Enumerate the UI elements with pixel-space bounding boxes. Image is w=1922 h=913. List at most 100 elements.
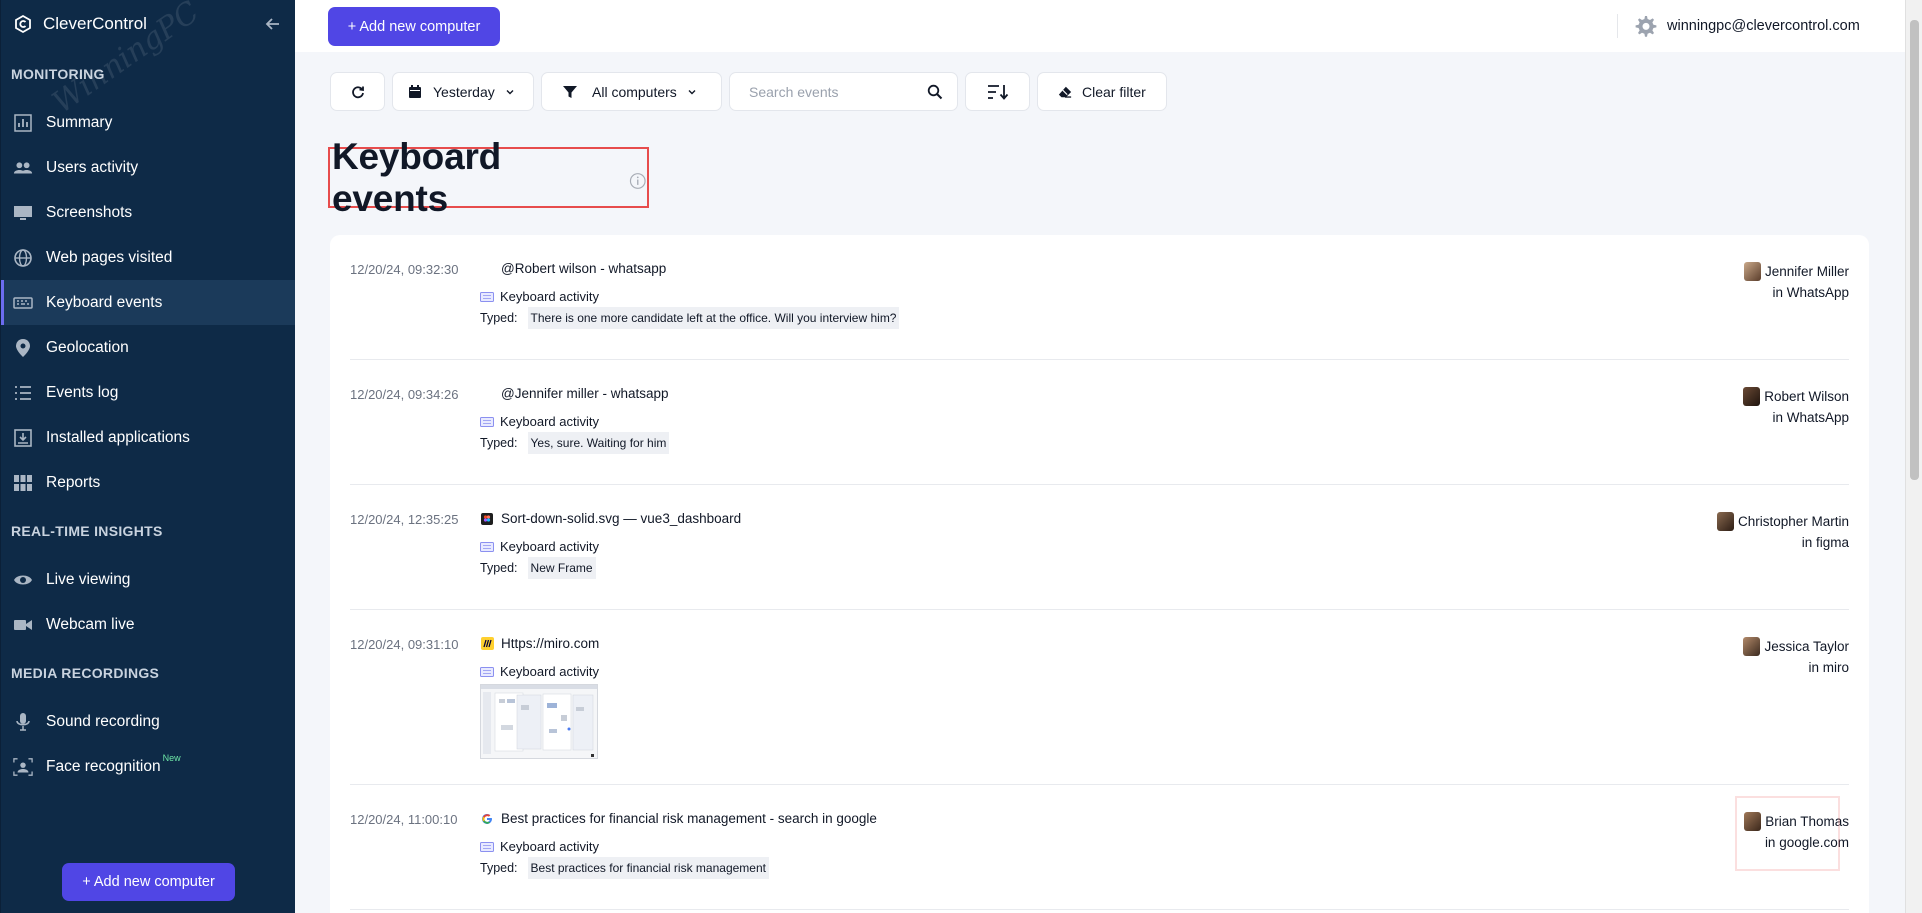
date-filter-value: Yesterday <box>433 83 495 100</box>
top-divider <box>1617 14 1618 38</box>
sidebar-item-web-pages[interactable]: Web pages visited <box>1 235 295 280</box>
date-filter-dropdown[interactable]: Yesterday <box>392 72 534 111</box>
computer-filter-dropdown[interactable]: All computers <box>541 72 722 111</box>
google-icon <box>480 812 494 826</box>
sidebar-item-sound-recording[interactable]: Sound recording <box>1 699 295 744</box>
scrollbar-thumb[interactable] <box>1910 20 1919 480</box>
clear-filter-label: Clear filter <box>1082 83 1146 100</box>
event-app-title: @Jennifer miller - whatsapp <box>480 386 669 401</box>
event-row[interactable]: 12/20/24, 09:32:30 @Robert wilson - what… <box>350 235 1849 360</box>
event-user: Robert Wilson in WhatsApp <box>1743 386 1849 428</box>
search-box[interactable] <box>729 72 958 111</box>
user-name: Jennifer Miller <box>1764 264 1849 279</box>
account-menu[interactable]: winningpc@clevercontrol.com <box>1633 14 1860 38</box>
bar-chart-icon <box>13 113 33 133</box>
calendar-icon <box>409 84 421 98</box>
typed-line: Typed: New Frame <box>480 557 596 579</box>
sidebar-item-label: Face recognition <box>46 757 161 775</box>
avatar <box>1743 262 1761 281</box>
collapse-sidebar-icon[interactable] <box>263 14 283 34</box>
sidebar-item-keyboard-events[interactable]: Keyboard events <box>1 280 295 325</box>
sidebar-item-label: Keyboard events <box>46 293 163 311</box>
new-badge: New <box>162 752 181 763</box>
user-name: Brian Thomas <box>1765 814 1849 829</box>
refresh-button[interactable] <box>330 72 385 111</box>
section-media-recordings: MEDIA RECORDINGS <box>11 665 160 681</box>
map-pin-icon <box>13 338 33 358</box>
event-user: Brian Thomas in google.com <box>1744 811 1849 853</box>
sidebar-item-label: Sound recording <box>46 712 160 730</box>
filter-icon <box>563 85 577 98</box>
blank-app-icon <box>480 387 494 401</box>
event-user: Jennifer Miller in WhatsApp <box>1743 261 1849 303</box>
typed-value: There is one more candidate left at the … <box>527 307 900 329</box>
sort-button[interactable] <box>965 72 1030 111</box>
sidebar-item-geolocation[interactable]: Geolocation <box>1 325 295 370</box>
refresh-icon <box>351 85 364 98</box>
search-icon[interactable] <box>927 84 943 100</box>
download-box-icon <box>13 428 33 448</box>
keyboard-icon <box>480 666 494 677</box>
user-app: in WhatsApp <box>1772 410 1849 425</box>
event-app-label: @Jennifer miller - whatsapp <box>501 386 669 401</box>
gear-icon[interactable] <box>1633 14 1657 38</box>
event-row[interactable]: 12/20/24, 09:31:10 Https://miro.com Keyb… <box>350 610 1849 785</box>
avatar <box>1743 387 1761 406</box>
keyboard-activity-label: Keyboard activity <box>480 289 599 304</box>
user-app: in google.com <box>1764 835 1849 850</box>
miro-icon <box>480 637 494 651</box>
sidebar-item-label: Geolocation <box>46 338 129 356</box>
sidebar-item-screenshots[interactable]: Screenshots <box>1 190 295 235</box>
add-computer-button[interactable]: + Add new computer <box>328 7 500 46</box>
event-app-label: @Robert wilson - whatsapp <box>501 261 667 276</box>
sidebar-item-reports[interactable]: Reports <box>1 460 295 505</box>
avatar <box>1743 637 1761 656</box>
keyboard-icon <box>480 416 494 427</box>
avatar <box>1744 812 1762 831</box>
event-row[interactable]: 12/20/24, 12:35:25 Sort-down-solid.svg —… <box>350 485 1849 610</box>
sidebar-item-summary[interactable]: Summary <box>1 100 295 145</box>
brand-name: CleverControl <box>43 14 147 33</box>
eraser-icon <box>1058 86 1072 98</box>
sidebar-item-webcam-live[interactable]: Webcam live <box>1 602 295 647</box>
typed-label: Typed: <box>480 861 518 875</box>
list-icon <box>13 383 33 403</box>
clear-filter-button[interactable]: Clear filter <box>1037 72 1167 111</box>
keyboard-icon <box>480 291 494 302</box>
sidebar-item-live-viewing[interactable]: Live viewing <box>1 557 295 602</box>
event-timestamp: 12/20/24, 09:31:10 <box>350 637 459 652</box>
sidebar-item-label: Summary <box>46 113 113 131</box>
event-user: Jessica Taylor in miro <box>1743 636 1849 678</box>
typed-label: Typed: <box>480 561 518 575</box>
event-app-title: Best practices for financial risk manage… <box>480 811 877 826</box>
sidebar-item-label: Live viewing <box>46 570 131 588</box>
blank-app-icon <box>480 262 494 276</box>
event-timestamp: 12/20/24, 11:00:10 <box>350 812 458 827</box>
keyboard-activity-label: Keyboard activity <box>480 664 599 679</box>
keyboard-activity-label: Keyboard activity <box>480 839 599 854</box>
event-row[interactable]: 12/20/24, 11:00:10 Best practices for fi… <box>350 785 1849 910</box>
search-input[interactable] <box>749 83 919 100</box>
page-scrollbar[interactable] <box>1905 0 1922 913</box>
sidebar-item-label: Web pages visited <box>46 248 173 266</box>
user-app: in miro <box>1808 660 1849 675</box>
info-icon[interactable] <box>629 172 647 190</box>
screenshot-thumbnail[interactable] <box>480 684 598 759</box>
sidebar-item-face-recognition[interactable]: Face recognition New <box>1 744 295 789</box>
chevron-down-icon <box>506 89 514 94</box>
keyboard-activity-label: Keyboard activity <box>480 414 599 429</box>
computer-filter-value: All computers <box>592 83 677 100</box>
eye-icon <box>13 570 33 590</box>
sidebar-item-installed-apps[interactable]: Installed applications <box>1 415 295 460</box>
event-timestamp: 12/20/24, 12:35:25 <box>350 512 459 527</box>
typed-line: Typed: There is one more candidate left … <box>480 307 900 329</box>
sidebar-item-users-activity[interactable]: Users activity <box>1 145 295 190</box>
sidebar: WinningPC CleverControl MONITORING Summa… <box>0 0 295 913</box>
event-app-title: Https://miro.com <box>480 636 599 651</box>
sidebar-item-label: Webcam live <box>46 615 135 633</box>
event-row[interactable]: 12/20/24, 09:34:26 @Jennifer miller - wh… <box>350 360 1849 485</box>
sidebar-item-events-log[interactable]: Events log <box>1 370 295 415</box>
sidebar-add-computer-button[interactable]: + Add new computer <box>62 863 235 901</box>
section-monitoring: MONITORING <box>11 66 105 82</box>
screenshot-preview-image <box>481 685 597 757</box>
